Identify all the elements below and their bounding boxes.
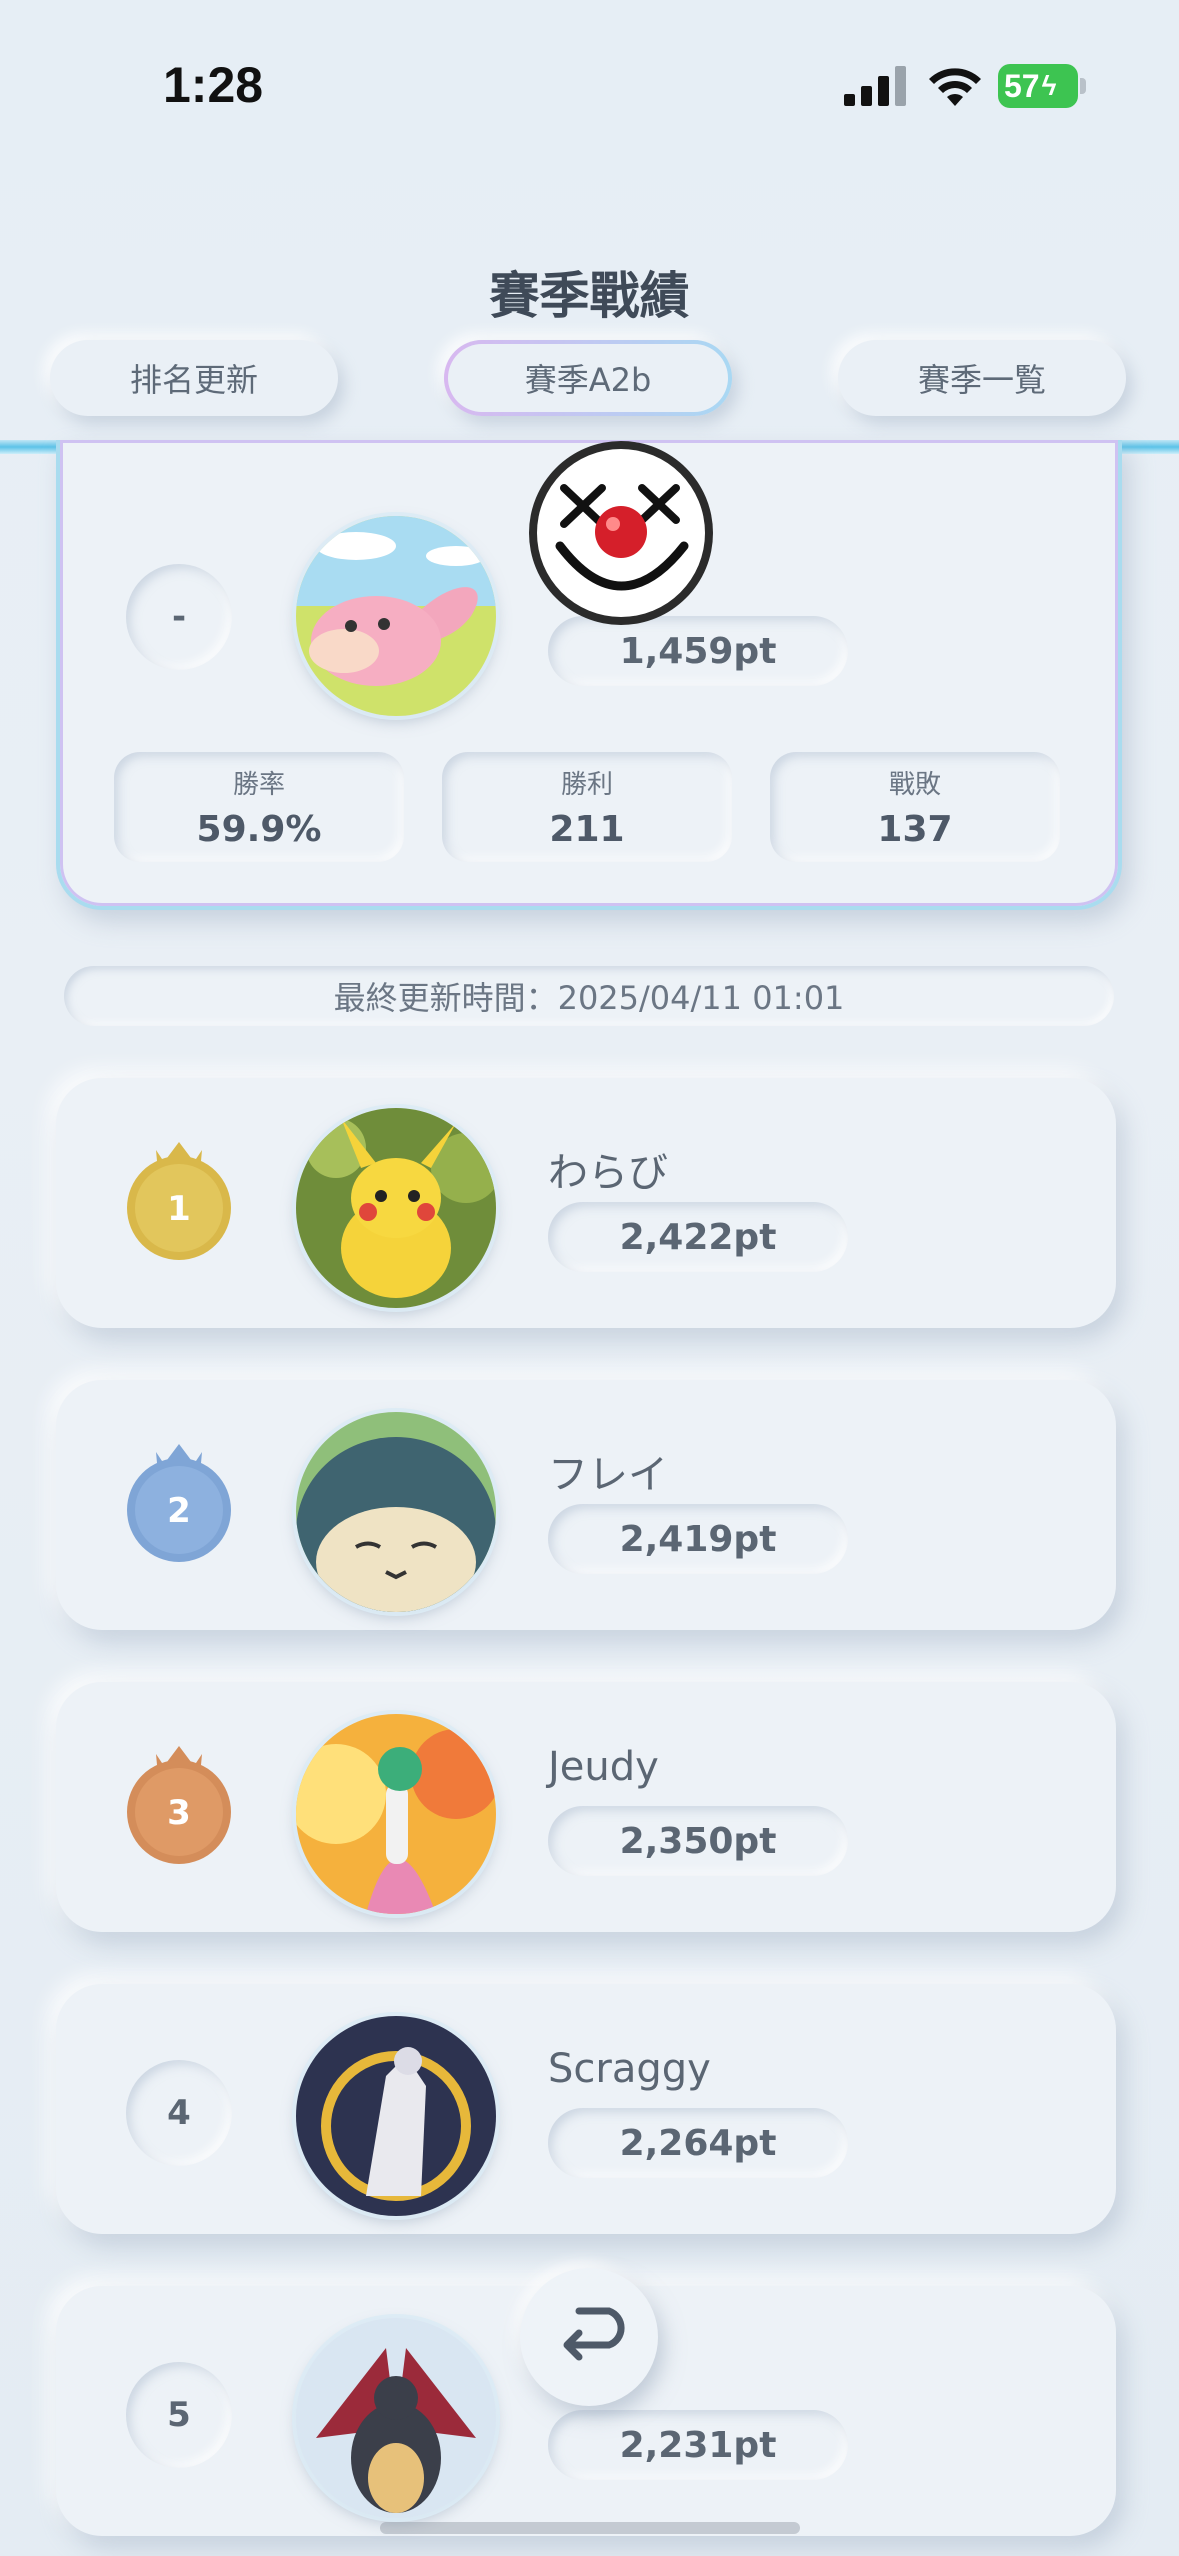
player-name: Scraggy <box>548 2046 711 2092</box>
player-points: 2,422pt <box>548 1202 848 1272</box>
tab-season-list[interactable]: 賽季一覧 <box>838 340 1126 416</box>
player-avatar[interactable] <box>296 1412 496 1612</box>
status-time: 1:28 <box>163 57 264 113</box>
rank-badge: 4 <box>126 2060 232 2166</box>
back-button[interactable] <box>520 2268 658 2406</box>
medal-rank: 3 <box>167 1793 191 1833</box>
player-points: 2,264pt <box>548 2108 848 2178</box>
stat-value: 211 <box>549 809 625 850</box>
medal-rank: 1 <box>167 1189 191 1229</box>
tab-season-a2b[interactable]: 賽季A2b <box>444 340 732 416</box>
stat-label: 戰敗 <box>888 770 941 800</box>
charging-bolt-icon: ϟ <box>1041 70 1057 101</box>
player-name: フレイ <box>548 1452 668 1498</box>
player-avatar[interactable] <box>296 2016 496 2216</box>
stat-win-rate: 勝率 59.9% <box>114 752 404 862</box>
page-title: 賽季戰績 <box>489 267 690 325</box>
home-indicator[interactable] <box>380 2522 800 2534</box>
stat-wins: 勝利 211 <box>442 752 732 862</box>
gardevoir-avatar-icon <box>296 1714 496 1914</box>
wifi-icon <box>929 68 981 106</box>
return-arrow-icon <box>563 2307 625 2361</box>
gold-medal-icon: 1 <box>126 1140 232 1260</box>
player-points: 2,231pt <box>548 2410 848 2480</box>
stat-value: 59.9% <box>196 809 322 850</box>
battery-cap <box>1080 78 1086 94</box>
medal-rank: 2 <box>167 1491 191 1531</box>
player-name: わらび <box>548 1150 668 1196</box>
cellular-signal-icon <box>844 66 906 106</box>
my-rank-badge: - <box>126 564 232 670</box>
player-name: Jeudy <box>548 1744 659 1790</box>
tab-ranking-update[interactable]: 排名更新 <box>50 340 338 416</box>
silver-medal-icon: 2 <box>126 1442 232 1562</box>
charizard-avatar-icon <box>296 2318 496 2518</box>
stat-losses: 戰敗 137 <box>770 752 1060 862</box>
slowpoke-avatar-icon <box>296 516 496 716</box>
player-points: 2,419pt <box>548 1504 848 1574</box>
bronze-medal-icon: 3 <box>126 1744 232 1864</box>
battery-indicator: 57 ϟ <box>998 64 1078 108</box>
stat-label: 勝利 <box>560 770 613 800</box>
player-avatar[interactable] <box>296 1108 496 1308</box>
clown-face-sticker-icon <box>529 441 713 625</box>
stat-label: 勝率 <box>232 770 285 800</box>
my-avatar[interactable] <box>296 516 496 716</box>
battery-level: 57 <box>1004 67 1040 104</box>
arceus-avatar-icon <box>296 2016 496 2216</box>
pikachu-avatar-icon <box>296 1108 496 1308</box>
last-updated-label: 最終更新時間：2025/04/11 01:01 <box>64 966 1114 1026</box>
stat-value: 137 <box>877 809 953 850</box>
player-avatar[interactable] <box>296 2318 496 2518</box>
player-avatar[interactable] <box>296 1714 496 1914</box>
player-points: 2,350pt <box>548 1806 848 1876</box>
rank-badge: 5 <box>126 2362 232 2468</box>
snorlax-avatar-icon <box>296 1412 496 1612</box>
